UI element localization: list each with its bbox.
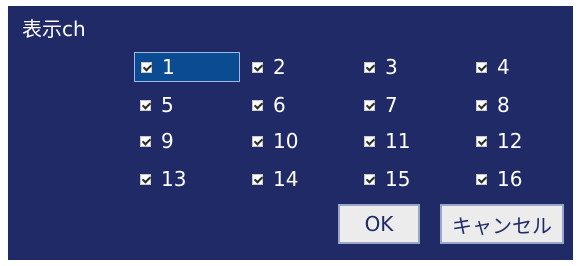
channel-1-option[interactable]: 1 [134, 52, 240, 82]
channel-6-label: 6 [273, 93, 286, 117]
channel-15-option[interactable]: 15 [358, 164, 464, 194]
checkbox[interactable] [252, 135, 263, 147]
channel-16-option[interactable]: 16 [470, 164, 576, 194]
channel-3-option[interactable]: 3 [358, 52, 464, 82]
checkbox[interactable] [140, 135, 151, 147]
checkbox[interactable] [252, 99, 263, 111]
checkbox[interactable] [252, 173, 263, 185]
channel-7-option[interactable]: 7 [358, 90, 464, 120]
checkbox[interactable] [476, 99, 487, 111]
channel-7-label: 7 [385, 93, 398, 117]
channel-2-option[interactable]: 2 [246, 52, 352, 82]
channel-6-option[interactable]: 6 [246, 90, 352, 120]
checkbox[interactable] [364, 135, 375, 147]
channel-12-option[interactable]: 12 [470, 126, 576, 156]
channel-3-label: 3 [385, 55, 398, 79]
checkbox[interactable] [140, 173, 151, 185]
channel-1-label: 1 [162, 55, 175, 79]
checkbox[interactable] [364, 173, 375, 185]
channel-14-option[interactable]: 14 [246, 164, 352, 194]
channel-9-option[interactable]: 9 [134, 126, 240, 156]
channel-8-option[interactable]: 8 [470, 90, 576, 120]
checkbox[interactable] [141, 61, 152, 73]
channel-8-label: 8 [497, 93, 510, 117]
channel-5-option[interactable]: 5 [134, 90, 240, 120]
checkbox[interactable] [364, 61, 375, 73]
ok-button[interactable]: OK [338, 204, 420, 244]
channel-2-label: 2 [273, 55, 286, 79]
channel-12-label: 12 [497, 129, 523, 153]
checkbox[interactable] [476, 61, 487, 73]
channel-11-label: 11 [385, 129, 411, 153]
channel-14-label: 14 [273, 167, 299, 191]
channel-13-option[interactable]: 13 [134, 164, 240, 194]
channel-9-label: 9 [161, 129, 174, 153]
channel-13-label: 13 [161, 167, 187, 191]
cancel-button[interactable]: キャンセル [440, 204, 564, 244]
channel-4-label: 4 [497, 55, 510, 79]
channel-10-label: 10 [273, 129, 299, 153]
channel-10-option[interactable]: 10 [246, 126, 352, 156]
checkbox[interactable] [364, 99, 375, 111]
channel-15-label: 15 [385, 167, 411, 191]
checkbox[interactable] [140, 99, 151, 111]
dialog-title: 表示ch [22, 17, 86, 41]
display-channel-dialog: 表示ch 1 2 3 4 5 6 7 8 9 10 11 12 13 14 15 [8, 6, 573, 260]
channel-5-label: 5 [161, 93, 174, 117]
checkbox[interactable] [476, 173, 487, 185]
channel-16-label: 16 [497, 167, 523, 191]
channel-4-option[interactable]: 4 [470, 52, 576, 82]
checkbox[interactable] [476, 135, 487, 147]
checkbox[interactable] [252, 61, 263, 73]
channel-11-option[interactable]: 11 [358, 126, 464, 156]
